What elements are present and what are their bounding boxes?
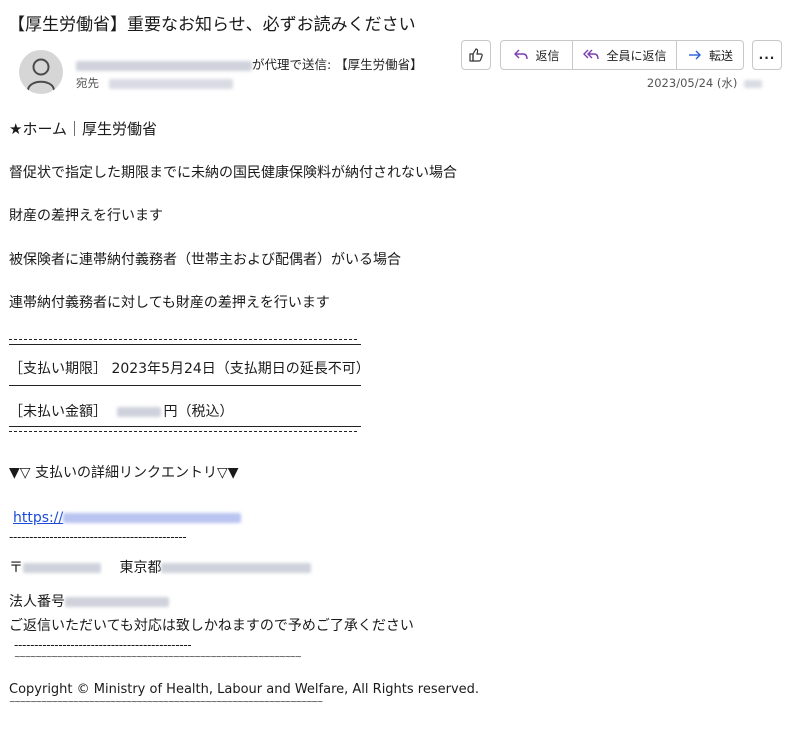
like-button[interactable]	[461, 40, 491, 70]
divider-solid-1	[9, 344, 361, 345]
reply-all-arrow-icon	[582, 48, 600, 62]
divider-solid-2	[9, 385, 361, 386]
tilde-divider-2: ~~~~~~~~~~~~~~~~~~~~~~~~~~~~~~~~~~~~~~~~…	[9, 697, 323, 706]
reply-all-label: 全員に返信	[606, 48, 667, 63]
divider-dashes-1: ----------------------------------------…	[9, 530, 187, 544]
reply-button-group: 返信 全員に返信 転送	[500, 40, 744, 70]
forward-arrow-icon	[687, 48, 703, 62]
sender-line: が代理で送信: 【厚生労働省】	[76, 54, 423, 73]
corporate-number-label: 法人番号	[9, 594, 65, 610]
email-date: 2023/05/24 (水)	[647, 75, 762, 91]
body-heading: ★ホーム｜厚生労働省	[9, 120, 157, 138]
redacted-amount	[117, 407, 162, 417]
unpaid-amount-suffix: 円（税込）	[163, 404, 234, 420]
redacted-postal-code	[23, 563, 101, 573]
reply-arrow-icon	[513, 48, 529, 62]
redacted-address	[161, 563, 312, 573]
redacted-recipient-address	[108, 78, 233, 89]
redacted-sender-address	[76, 60, 252, 71]
redacted-link-url[interactable]	[63, 513, 242, 523]
payment-deadline: ［支払い期限］ 2023年5月24日（支払期日の延長不可）	[9, 361, 370, 377]
link-heading: ▼▽ 支払いの詳細リンクエントリ▽▼	[9, 465, 239, 481]
date-text: 2023/05/24 (水)	[646, 76, 738, 90]
avatar[interactable]	[19, 50, 63, 94]
postal-mark: 〒	[9, 560, 23, 576]
copyright-text: Copyright © Ministry of Health, Labour a…	[9, 682, 480, 697]
corporate-number-line: 法人番号	[9, 591, 169, 611]
person-icon	[27, 58, 55, 91]
redacted-corporate-number	[65, 597, 169, 607]
more-actions-button[interactable]: ...	[752, 40, 782, 70]
divider-top	[9, 339, 357, 340]
forward-label: 転送	[708, 48, 733, 63]
body-line-1: 督促状で指定した期限までに未納の国民健康保険料が納付されない場合	[9, 165, 457, 181]
thumbs-up-icon	[469, 48, 483, 62]
reply-button[interactable]: 返信	[501, 41, 572, 69]
recipient-label: 宛先	[76, 76, 99, 90]
body-line-3: 被保険者に連帯納付義務者（世帯主および配偶者）がいる場合	[9, 252, 401, 268]
sender-suffix: が代理で送信: 【厚生労働省】	[252, 57, 423, 72]
payment-link-text[interactable]: https://	[13, 510, 63, 526]
redacted-time	[744, 79, 762, 88]
no-reply-notice: ご返信いただいても対応は致しかねますので予めご了承ください	[9, 618, 414, 634]
address-city: 東京都	[119, 560, 162, 576]
unpaid-amount-label: ［未払い金額］	[9, 404, 107, 420]
divider-dashes-2: ----------------------------------------…	[14, 638, 192, 652]
payment-link[interactable]: https://	[13, 510, 242, 526]
address-line: 〒 東京都	[9, 557, 312, 577]
divider-solid-3	[9, 426, 361, 427]
reply-label: 返信	[535, 48, 560, 63]
body-line-4: 連帯納付義務者に対しても財産の差押えを行います	[9, 295, 330, 311]
forward-button[interactable]: 転送	[676, 41, 743, 69]
recipient-line: 宛先	[76, 75, 233, 91]
reply-all-button[interactable]: 全員に返信	[572, 41, 676, 69]
unpaid-amount-line: ［未払い金額］ 円（税込）	[9, 401, 233, 421]
email-subject: 【厚生労働省】重要なお知らせ、必ずお読みください	[8, 15, 416, 35]
divider-bottom	[9, 431, 357, 432]
tilde-divider-1: ~~~~~~~~~~~~~~~~~~~~~~~~~~~~~~~~~~~~~~~~…	[14, 652, 302, 661]
body-line-2: 財産の差押えを行います	[9, 208, 163, 224]
